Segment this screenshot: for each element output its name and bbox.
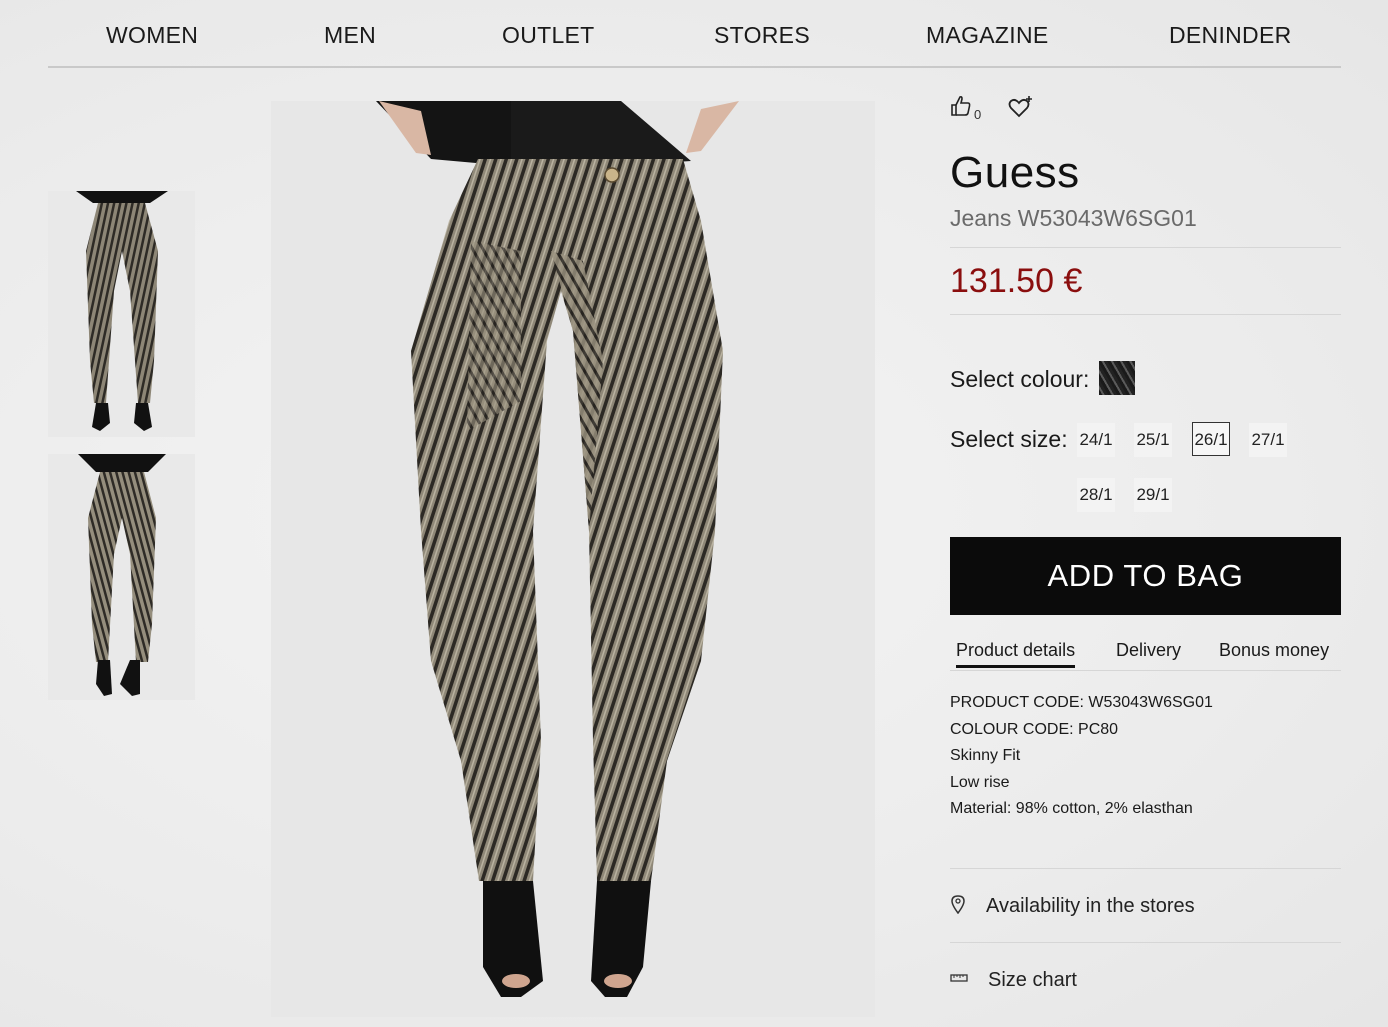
- product-main-image[interactable]: [271, 101, 875, 1017]
- size-option-26-1-selected[interactable]: 26/1: [1192, 422, 1230, 456]
- product-info-tabs: Product details Delivery Bonus money: [950, 638, 1341, 671]
- divider: [950, 314, 1341, 315]
- product-brand: Guess: [950, 148, 1080, 197]
- tab-delivery[interactable]: Delivery: [1116, 640, 1181, 661]
- select-size-label: Select size:: [950, 426, 1068, 452]
- nav-item-outlet[interactable]: OUTLET: [502, 22, 595, 49]
- size-option-25-1[interactable]: 25/1: [1134, 423, 1172, 457]
- nav-item-magazine[interactable]: MAGAZINE: [926, 22, 1049, 49]
- size-option-28-1[interactable]: 28/1: [1077, 478, 1115, 512]
- select-colour-label: Select colour:: [950, 366, 1090, 392]
- heart-plus-icon: [1008, 96, 1034, 123]
- size-chart-label: Size chart: [988, 968, 1077, 991]
- nav-item-stores[interactable]: STORES: [714, 22, 810, 49]
- detail-colour-code: COLOUR CODE: PC80: [950, 720, 1119, 738]
- size-chart-link[interactable]: Size chart: [950, 962, 1341, 998]
- product-thumbnail-back[interactable]: [48, 454, 195, 700]
- product-name: Jeans W53043W6SG01: [950, 205, 1197, 231]
- nav-item-deninder[interactable]: DENINDER: [1169, 22, 1292, 49]
- location-pin-icon: [950, 894, 966, 919]
- availability-link[interactable]: Availability in the stores: [950, 888, 1341, 924]
- wishlist-button[interactable]: [1008, 95, 1034, 124]
- detail-material: Material: 98% cotton, 2% elasthan: [950, 800, 1193, 817]
- jeans-main-image: [271, 101, 875, 1017]
- ruler-icon: [950, 971, 968, 989]
- divider: [950, 868, 1341, 869]
- detail-fit: Skinny Fit: [950, 747, 1021, 764]
- detail-rise: Low rise: [950, 773, 1010, 791]
- top-navigation: WOMEN MEN OUTLET STORES MAGAZINE DENINDE…: [48, 0, 1341, 68]
- nav-item-men[interactable]: MEN: [324, 22, 376, 49]
- divider: [950, 942, 1341, 943]
- availability-label: Availability in the stores: [986, 894, 1195, 917]
- divider: [950, 247, 1341, 248]
- colour-swatch[interactable]: [1099, 361, 1135, 395]
- size-option-24-1[interactable]: 24/1: [1077, 423, 1115, 457]
- product-price: 131.50 €: [950, 262, 1083, 300]
- like-count: 0: [974, 107, 982, 122]
- product-thumbnail-front[interactable]: [48, 191, 195, 437]
- detail-product-code: PRODUCT CODE: W53043W6SG01: [950, 694, 1213, 711]
- like-button[interactable]: 0: [950, 95, 981, 122]
- nav-item-women[interactable]: WOMEN: [106, 22, 198, 49]
- jeans-front-thumbnail-image: [48, 191, 195, 437]
- add-to-bag-button[interactable]: ADD TO BAG: [950, 537, 1341, 615]
- jeans-back-thumbnail-image: [48, 454, 195, 700]
- thumbs-up-icon: [950, 95, 972, 122]
- size-option-29-1[interactable]: 29/1: [1134, 478, 1172, 512]
- product-details-list: PRODUCT CODE: W53043W6SG01 COLOUR CODE: …: [950, 690, 1213, 823]
- tab-product-details[interactable]: Product details: [956, 640, 1076, 668]
- size-option-27-1[interactable]: 27/1: [1249, 423, 1287, 457]
- tab-bonus-money[interactable]: Bonus money: [1219, 640, 1329, 661]
